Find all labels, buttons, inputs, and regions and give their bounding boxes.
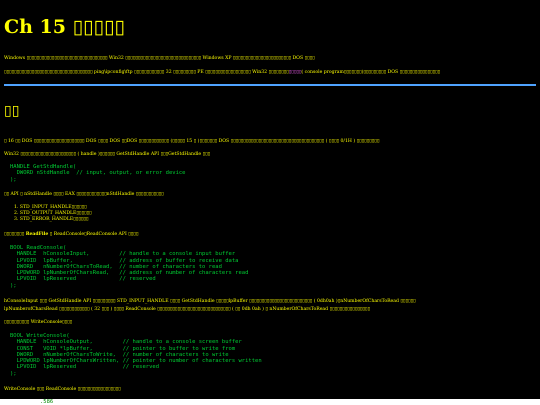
document-page: Ch 15 ▯▯▯▯▯ Windows ▯▯▯▯▯▯▯▯▯▯▯▯▯▯▯▯▯▯▯▯… [0,0,540,405]
list-item-text: STD_INPUT_HANDLE▯▯▯▯▯▯ [19,205,87,210]
handle-list: 1. STD_INPUT_HANDLE▯▯▯▯▯▯ 2. STD_OUTPUT_… [14,205,92,224]
readfile-term: ReadFile [25,232,49,237]
paragraph-2: Win32 ▯▯▯▯▯▯▯▯▯▯▯▯▯▯▯▯▯▯▯▯▯▯ ( handle )▯… [4,152,211,157]
intro-highlight: ▯▯▯▯▯ [288,70,302,75]
code-getstdhandle: HANDLE GetStdHandle( DWORD nStdHandle //… [10,164,186,183]
paragraph-6: lpNumberofCharsRead ▯▯▯▯▯▯▯▯▯▯▯▯ ( 32 ▯▯… [4,307,370,312]
intro-line-1: Windows ▯▯▯▯▯▯▯▯▯▯▯▯▯▯▯▯▯▯▯▯▯▯▯▯▯▯▯▯▯▯▯▯… [4,56,315,61]
intro-line-2: ▯▯▯▯▯▯▯▯▯▯▯▯▯▯▯▯▯▯▯▯▯▯▯▯▯▯▯▯▯▯▯▯▯▯▯ ping… [4,70,440,76]
horizontal-rule [4,84,536,86]
code-fragment: .586 [40,399,54,405]
paragraph-4-a: ▯▯▯▯▯▯▯▯ [4,232,26,237]
list-item-text: STD_OUTPUT_HANDLE▯▯▯▯▯▯ [19,211,92,217]
code-writeconsole: BOOL WriteConsole( HANDLE hConsoleOutput… [10,333,262,377]
list-item: 3. STD_ERROR_HANDLE▯▯▯▯▯▯ [14,217,89,223]
next-code-block-edge: .586 [0,399,540,405]
paragraph-1: ▯ 16 ▯▯ DOS ▯▯▯▯▯▯▯▯▯▯▯▯▯▯▯▯▯▯▯▯ DOS ▯▯▯… [4,139,380,144]
intro-line-2-a: ▯▯▯▯▯▯▯▯▯▯▯▯▯▯▯▯▯▯▯▯▯▯▯▯▯▯▯▯▯▯▯▯▯▯▯ ping… [4,70,289,75]
paragraph-4-b: ▯ ReadConsole▯ReadConsole API ▯▯▯▯ [48,232,139,237]
code-readconsole: BOOL ReadConsole( HANDLE hConsoleInput, … [10,245,249,289]
list-item-text: STD_ERROR_HANDLE▯▯▯▯▯▯ [19,217,89,223]
paragraph-8: WriteConsole ▯▯▯ ReadConsole ▯▯▯▯▯▯▯▯▯▯▯… [4,387,121,392]
chapter-title: Ch 15 ▯▯▯▯▯ [4,16,125,38]
intro-line-2-b: ( console program▯▯▯▯▯▯▯)▯▯▯▯▯▯▯▯▯ DOS ▯… [301,70,441,75]
paragraph-3: ▯▯ API ▯ nStdHandle ▯▯▯▯ EAX ▯▯▯▯▯▯▯▯▯▯▯… [4,192,164,197]
paragraph-7: ▯▯▯▯▯▯▯▯▯▯ WriteConsole▯▯▯▯ [4,320,73,325]
section-title: ▯▯ [4,103,20,119]
paragraph-5: hConsoleInput ▯▯▯ GetStdHandle API ▯▯▯▯▯… [4,299,416,304]
paragraph-4: ▯▯▯▯▯▯▯▯ ReadFile ▯ ReadConsole▯ReadCons… [4,232,138,238]
